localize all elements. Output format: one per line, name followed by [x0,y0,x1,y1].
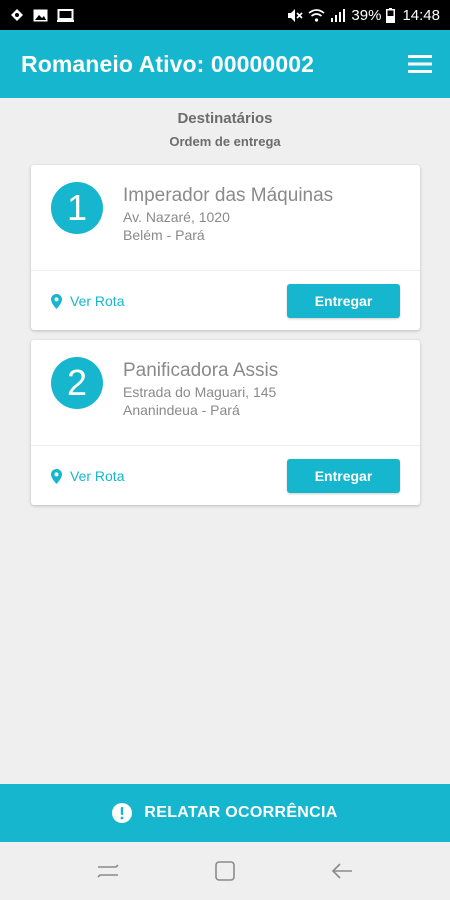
home-button[interactable] [205,851,245,891]
recipient-name: Panificadora Assis [123,360,279,381]
wifi-icon [308,8,325,22]
screen-icon [57,8,74,22]
app-bar: Romaneio Ativo: 00000002 [0,30,450,98]
menu-icon [408,55,432,73]
deliver-button[interactable]: Entregar [287,459,400,493]
delivery-card: 2 Panificadora Assis Estrada do Maguari,… [31,340,420,505]
view-route-link[interactable]: Ver Rota [51,468,124,484]
report-occurrence-button[interactable]: RELATAR OCORRÊNCIA [0,784,450,842]
view-route-label: Ver Rota [70,468,125,484]
recent-apps-button[interactable] [88,851,128,891]
report-occurrence-label: RELATAR OCORRÊNCIA [144,804,338,821]
recipient-name: Imperador das Máquinas [123,185,334,206]
back-button[interactable] [322,851,362,891]
system-nav-bar [0,842,450,900]
deliver-button[interactable]: Entregar [287,284,400,318]
recipient-address: Av. Nazaré, 1020 [123,209,230,225]
delivery-info: 1 Imperador das Máquinas Av. Nazaré, 102… [31,165,420,271]
mute-icon [287,8,303,23]
view-route-link[interactable]: Ver Rota [51,293,124,309]
home-icon [215,861,235,881]
delivery-card: 1 Imperador das Máquinas Av. Nazaré, 102… [31,165,420,330]
gallery-icon [33,9,48,22]
menu-button[interactable] [406,50,434,78]
recent-apps-icon [97,864,119,878]
map-pin-icon [51,468,62,484]
location-icon [10,8,24,22]
battery-percent: 39% [351,6,382,24]
delivery-order-subtitle: Ordem de entrega [169,134,281,149]
map-pin-icon [51,293,62,309]
recipients-header: Destinatários Ordem de entrega [0,108,450,149]
recipient-city: Belém - Pará [123,227,205,243]
back-arrow-icon [331,863,352,879]
delivery-number-badge: 2 [51,357,103,409]
battery-icon [386,7,396,23]
alert-icon [112,803,133,823]
page-title: Romaneio Ativo: 00000002 [21,50,314,77]
view-route-label: Ver Rota [70,293,125,309]
delivery-number-badge: 1 [51,182,103,234]
recipient-address: Estrada do Maguari, 145 [123,384,277,400]
clock: 14:48 [402,6,440,24]
delivery-list: 1 Imperador das Máquinas Av. Nazaré, 102… [31,165,420,515]
signal-icon [330,8,346,22]
status-bar: 39% 14:48 [0,0,450,30]
recipients-title: Destinatários [177,110,273,127]
recipient-city: Ananindeua - Pará [123,402,240,418]
delivery-info: 2 Panificadora Assis Estrada do Maguari,… [31,340,420,446]
